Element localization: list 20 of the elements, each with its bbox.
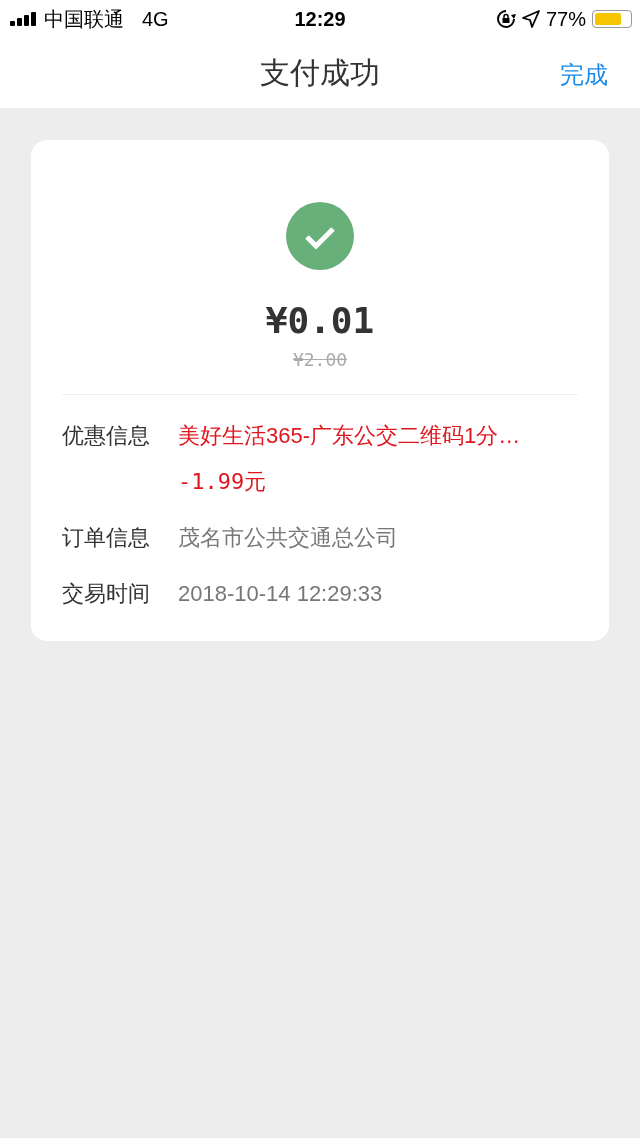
signal-icon <box>10 12 38 26</box>
battery-percent: 77% <box>545 7 586 31</box>
rotation-lock-icon <box>495 9 516 29</box>
location-arrow-icon <box>521 10 540 28</box>
row-label: 交易时间 <box>62 580 151 608</box>
paid-amount: ¥0.01 <box>265 300 375 341</box>
row-label: 优惠信息 <box>62 422 151 450</box>
row-label: 订单信息 <box>62 524 151 552</box>
row-value: 茂名市公共交通总公司 <box>178 524 398 552</box>
row-value: -1.99元 <box>178 468 268 496</box>
row-value: 美好生活365-广东公交二维码1分… <box>178 422 521 450</box>
original-amount: ¥2.00 <box>292 349 348 370</box>
success-check-icon <box>286 202 354 270</box>
done-button[interactable]: 完成 <box>558 55 610 95</box>
row-value: 2018-10-14 12:29:33 <box>178 580 383 608</box>
status-time: 12:29 <box>293 7 347 31</box>
page-title: 支付成功 <box>260 54 380 91</box>
network-type: 4G <box>142 7 169 31</box>
battery-icon <box>592 10 632 28</box>
carrier-name: 中国联通 <box>44 6 124 32</box>
